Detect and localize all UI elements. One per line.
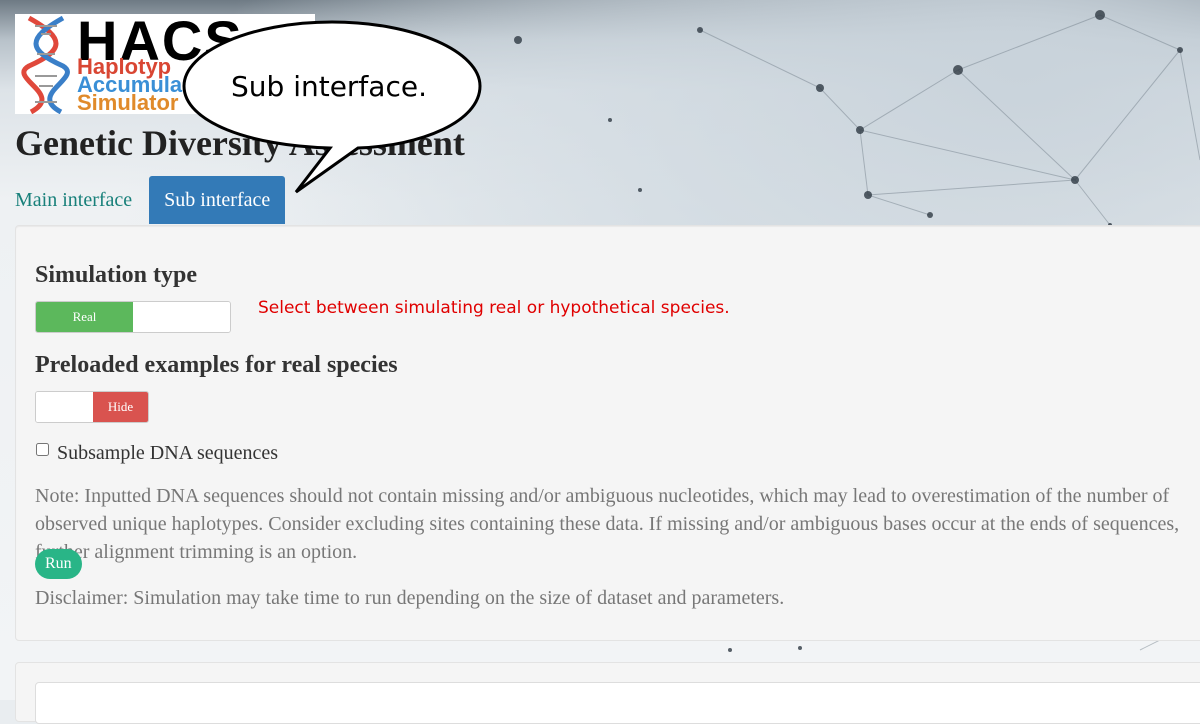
dna-helix-icon	[21, 15, 70, 114]
switch-off-area	[36, 392, 93, 422]
speech-bubble-text: Sub interface.	[231, 70, 427, 103]
output-box	[35, 682, 1200, 724]
note-text: Note: Inputted DNA sequences should not …	[35, 485, 1180, 563]
subsample-checkbox-row[interactable]: Subsample DNA sequences	[35, 440, 278, 466]
preloaded-examples-switch[interactable]: Hide	[35, 391, 149, 423]
run-button[interactable]: Run	[35, 549, 82, 579]
simulation-type-title: Simulation type	[35, 262, 198, 288]
speech-bubble	[182, 20, 482, 194]
logo-line-3: Simulator	[77, 90, 179, 114]
main-panel	[15, 662, 1200, 724]
switch-hide-label: Hide	[93, 392, 148, 422]
tab-main-interface[interactable]: Main interface	[15, 176, 149, 224]
disclaimer-text: Disclaimer: Simulation may take time to …	[35, 587, 785, 609]
simulation-type-switch[interactable]: Real	[35, 301, 231, 333]
preloaded-examples-title: Preloaded examples for real species	[35, 352, 398, 378]
switch-on-label: Real	[36, 302, 133, 332]
annotation-callout: Select between simulating real or hypoth…	[258, 298, 730, 318]
subsample-label: Subsample DNA sequences	[57, 442, 279, 464]
switch-off-area	[133, 302, 230, 332]
subsample-checkbox[interactable]	[36, 443, 49, 456]
